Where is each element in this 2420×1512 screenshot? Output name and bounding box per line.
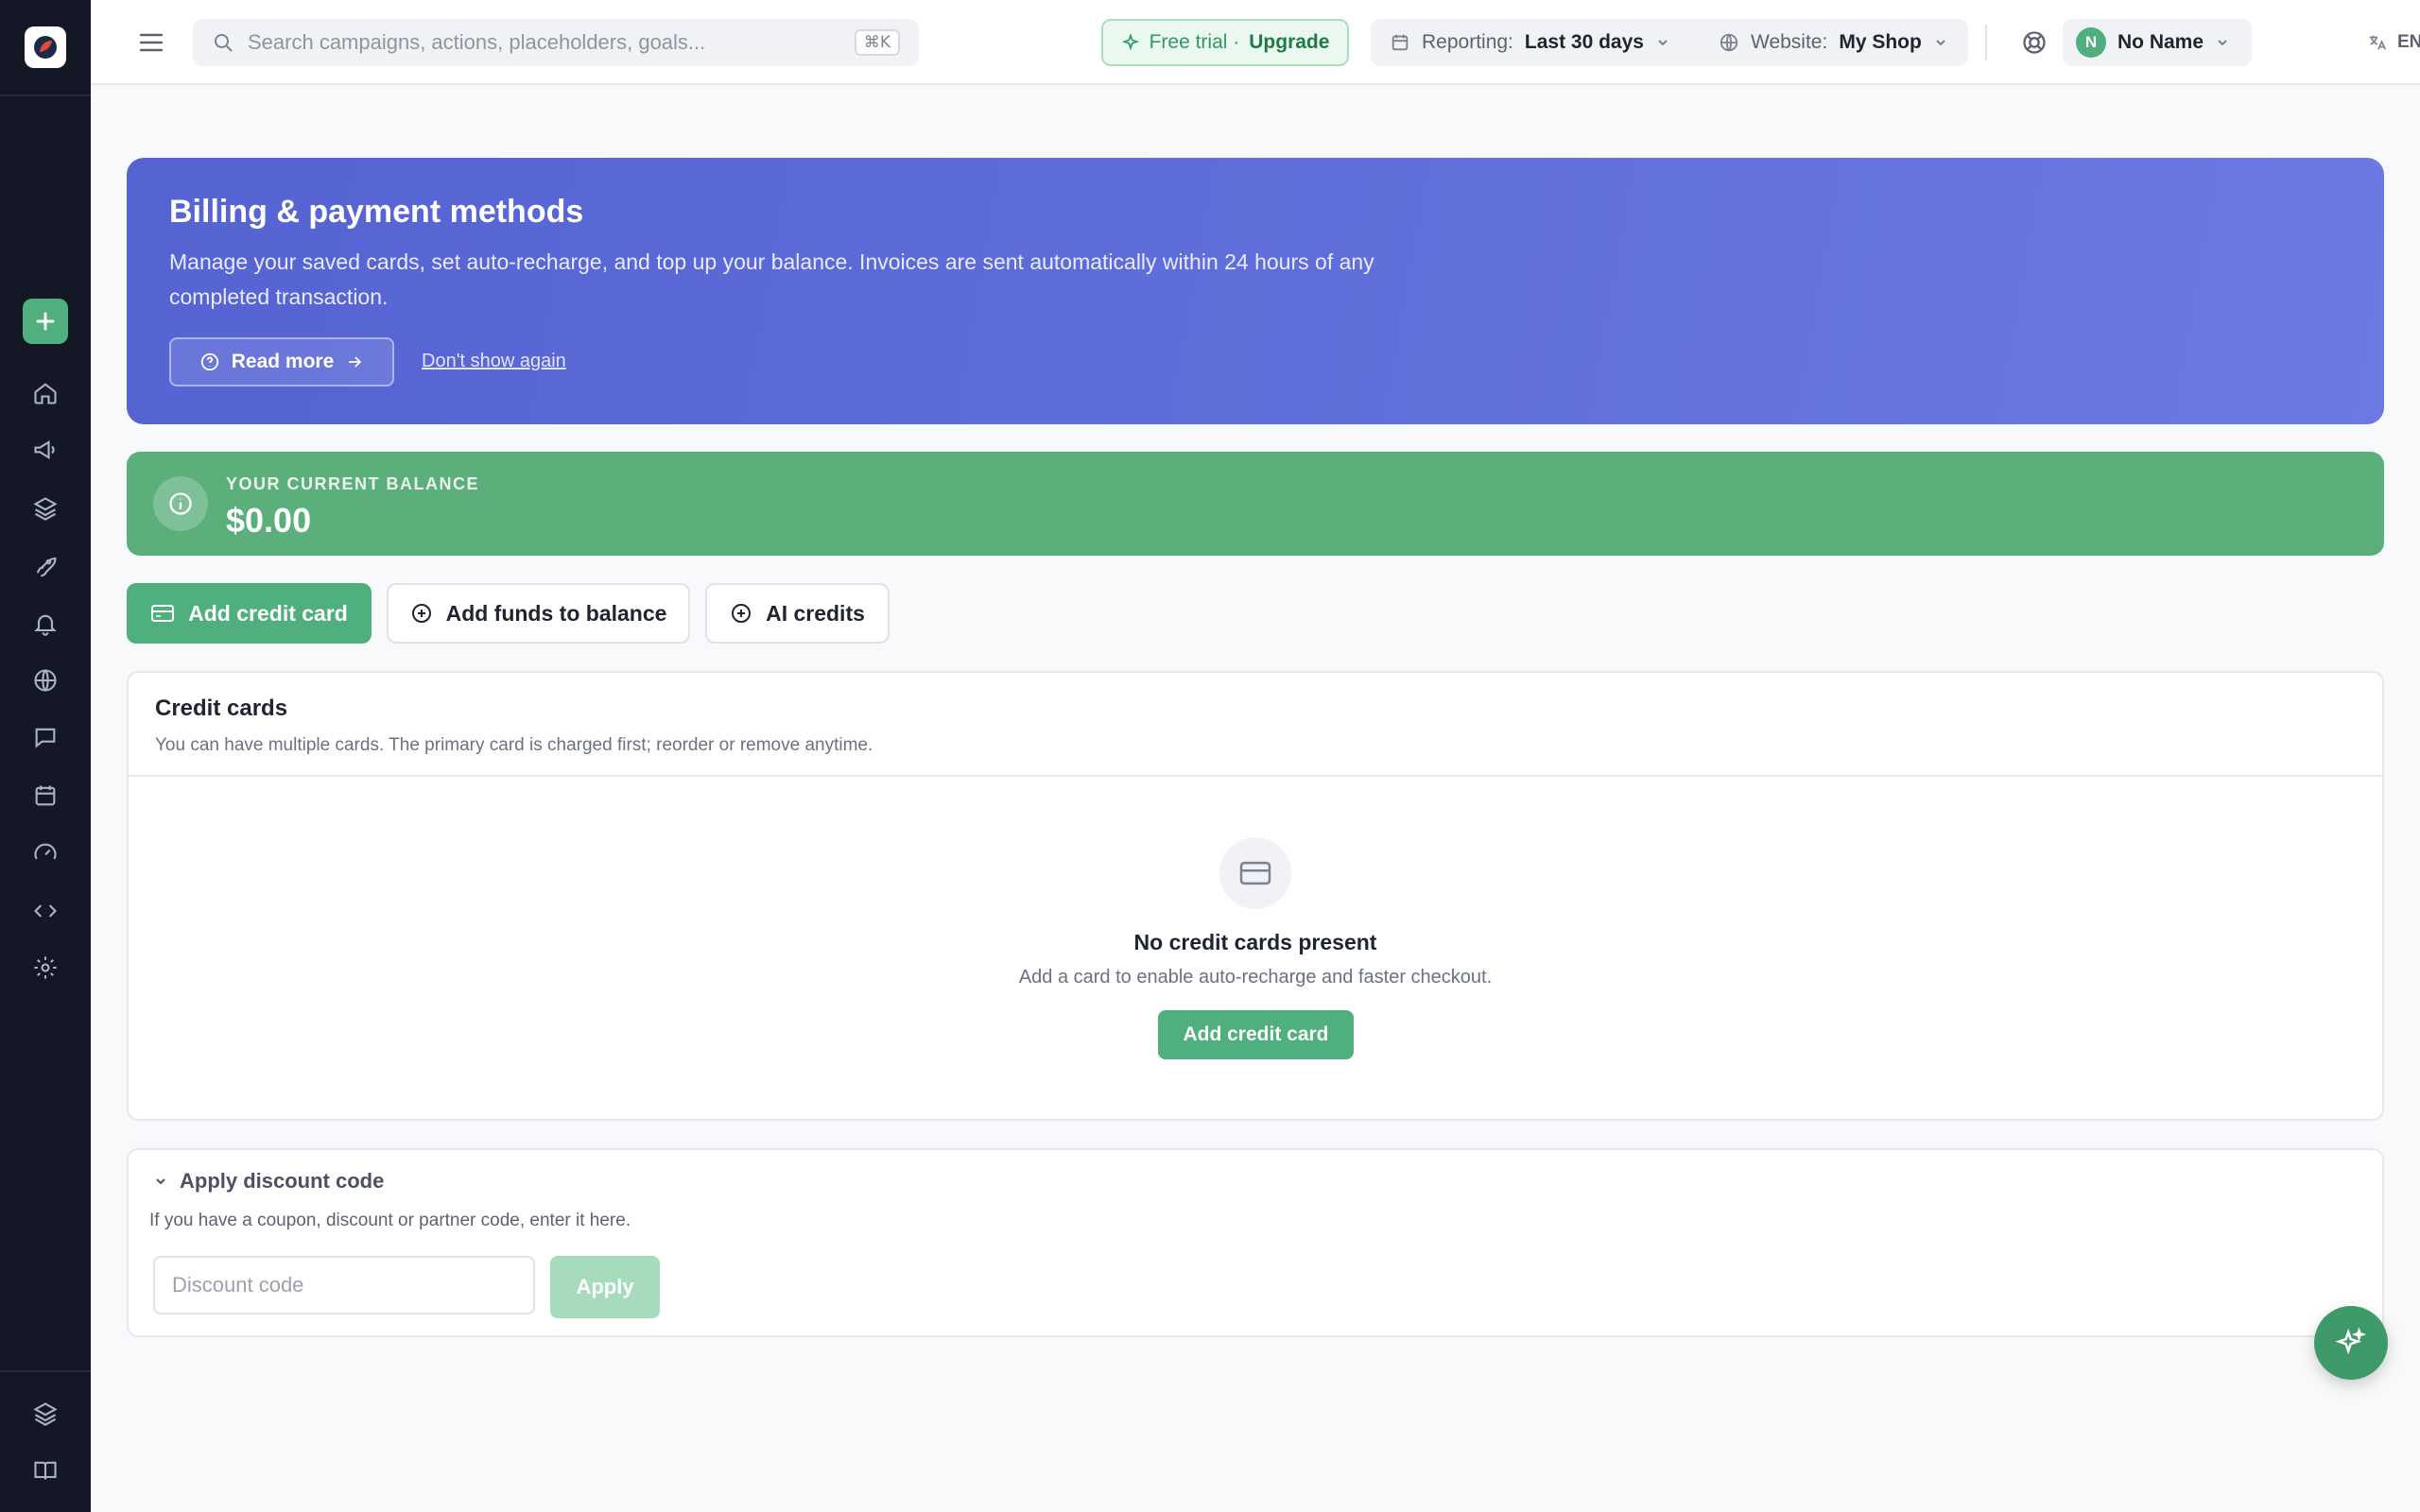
credit-cards-title: Credit cards bbox=[155, 696, 288, 721]
megaphone-icon[interactable] bbox=[26, 431, 64, 469]
ai-credits-label: AI credits bbox=[766, 600, 865, 626]
chevron-down-icon bbox=[2215, 35, 2230, 50]
trial-label: Free trial · bbox=[1149, 31, 1240, 53]
search-bar[interactable]: ⌘K bbox=[193, 19, 919, 66]
reporting-value: Last 30 days bbox=[1524, 31, 1644, 53]
layers-icon[interactable] bbox=[26, 490, 64, 527]
discount-code-panel: Apply discount code If you have a coupon… bbox=[127, 1148, 2384, 1337]
calendar-icon bbox=[1390, 32, 1410, 53]
help-lifebuoy-icon[interactable] bbox=[2015, 24, 2053, 61]
plus-circle-icon bbox=[730, 602, 752, 625]
user-name: No Name bbox=[2118, 31, 2204, 53]
read-more-label: Read more bbox=[231, 351, 335, 372]
sidebar-divider bbox=[0, 1370, 91, 1372]
gauge-icon[interactable] bbox=[26, 833, 64, 871]
sidebar-divider bbox=[0, 94, 91, 96]
balance-value: $0.00 bbox=[226, 501, 312, 540]
website-dropdown[interactable]: Website: My Shop bbox=[1700, 19, 1968, 66]
translate-icon bbox=[2367, 32, 2388, 53]
language-selector[interactable]: EN bbox=[2367, 24, 2420, 61]
credit-cards-subtitle: You can have multiple cards. The primary… bbox=[155, 735, 873, 755]
avatar: N bbox=[2076, 27, 2106, 58]
rocket-icon[interactable] bbox=[26, 546, 64, 584]
plus-circle-icon bbox=[410, 602, 433, 625]
website-value: My Shop bbox=[1839, 31, 1922, 53]
language-code: EN bbox=[2397, 32, 2420, 52]
sparkle-icon bbox=[1121, 33, 1140, 52]
chevron-down-icon bbox=[1655, 35, 1670, 50]
add-funds-label: Add funds to balance bbox=[445, 600, 667, 626]
globe-icon[interactable] bbox=[26, 662, 64, 699]
apply-discount-button[interactable]: Apply bbox=[550, 1256, 660, 1318]
website-label: Website: bbox=[1751, 31, 1828, 53]
ai-credits-button[interactable]: AI credits bbox=[705, 583, 890, 644]
dont-show-again-link[interactable]: Don't show again bbox=[422, 351, 566, 372]
topbar: ⌘K Free trial · Upgrade Reporting: Last … bbox=[91, 0, 2420, 85]
topbar-divider bbox=[1985, 25, 1987, 60]
credit-card-icon bbox=[1219, 837, 1291, 909]
reporting-label: Reporting: bbox=[1422, 31, 1513, 53]
empty-add-credit-card-button[interactable]: Add credit card bbox=[1158, 1010, 1354, 1059]
banner-description: Manage your saved cards, set auto-rechar… bbox=[169, 249, 1374, 309]
add-credit-card-label: Add credit card bbox=[188, 600, 348, 626]
user-menu[interactable]: N No Name bbox=[2063, 19, 2252, 66]
info-icon bbox=[153, 476, 208, 531]
credit-card-icon bbox=[150, 603, 175, 624]
discount-toggle[interactable]: Apply discount code bbox=[153, 1169, 384, 1194]
bell-icon[interactable] bbox=[26, 605, 64, 643]
discount-code-input[interactable] bbox=[153, 1256, 535, 1314]
discount-subtitle: If you have a coupon, discount or partne… bbox=[149, 1211, 631, 1230]
discount-title: Apply discount code bbox=[180, 1169, 385, 1193]
credit-cards-panel: Credit cards You can have multiple cards… bbox=[127, 671, 2384, 1121]
globe-icon bbox=[1719, 32, 1739, 53]
book-icon[interactable] bbox=[26, 1452, 64, 1489]
balance-label: YOUR CURRENT BALANCE bbox=[226, 474, 479, 493]
add-funds-button[interactable]: Add funds to balance bbox=[387, 583, 690, 644]
page-title: Billing & payment methods bbox=[169, 194, 584, 230]
search-icon bbox=[212, 31, 234, 54]
question-circle-icon bbox=[199, 352, 220, 372]
search-input[interactable] bbox=[248, 30, 855, 55]
code-icon[interactable] bbox=[26, 892, 64, 930]
read-more-button[interactable]: Read more bbox=[169, 337, 394, 387]
calendar-icon[interactable] bbox=[26, 777, 64, 815]
layers-icon[interactable] bbox=[26, 1395, 64, 1433]
arrow-right-icon bbox=[345, 352, 364, 371]
add-credit-card-button[interactable]: Add credit card bbox=[127, 583, 372, 644]
app-logo[interactable] bbox=[25, 26, 66, 68]
hamburger-menu-icon[interactable] bbox=[132, 24, 170, 61]
gear-icon[interactable] bbox=[26, 949, 64, 987]
upgrade-label: Upgrade bbox=[1249, 31, 1330, 53]
home-icon[interactable] bbox=[26, 374, 64, 412]
empty-state-title: No credit cards present bbox=[1133, 930, 1377, 954]
sidebar bbox=[0, 0, 91, 1512]
ai-assistant-button[interactable] bbox=[2314, 1306, 2388, 1380]
search-shortcut-badge: ⌘K bbox=[854, 29, 900, 56]
credit-cards-header: Credit cards You can have multiple cards… bbox=[129, 673, 2382, 777]
chevron-down-icon bbox=[1933, 35, 1948, 50]
chevron-down-icon bbox=[153, 1174, 168, 1189]
billing-info-banner: Billing & payment methods Manage your sa… bbox=[127, 158, 2384, 424]
current-balance-card: YOUR CURRENT BALANCE $0.00 bbox=[127, 452, 2384, 556]
free-trial-upgrade-button[interactable]: Free trial · Upgrade bbox=[1101, 19, 1349, 66]
create-button[interactable] bbox=[23, 299, 68, 344]
chat-icon[interactable] bbox=[26, 718, 64, 756]
empty-state-subtitle: Add a card to enable auto-recharge and f… bbox=[1018, 967, 1493, 988]
